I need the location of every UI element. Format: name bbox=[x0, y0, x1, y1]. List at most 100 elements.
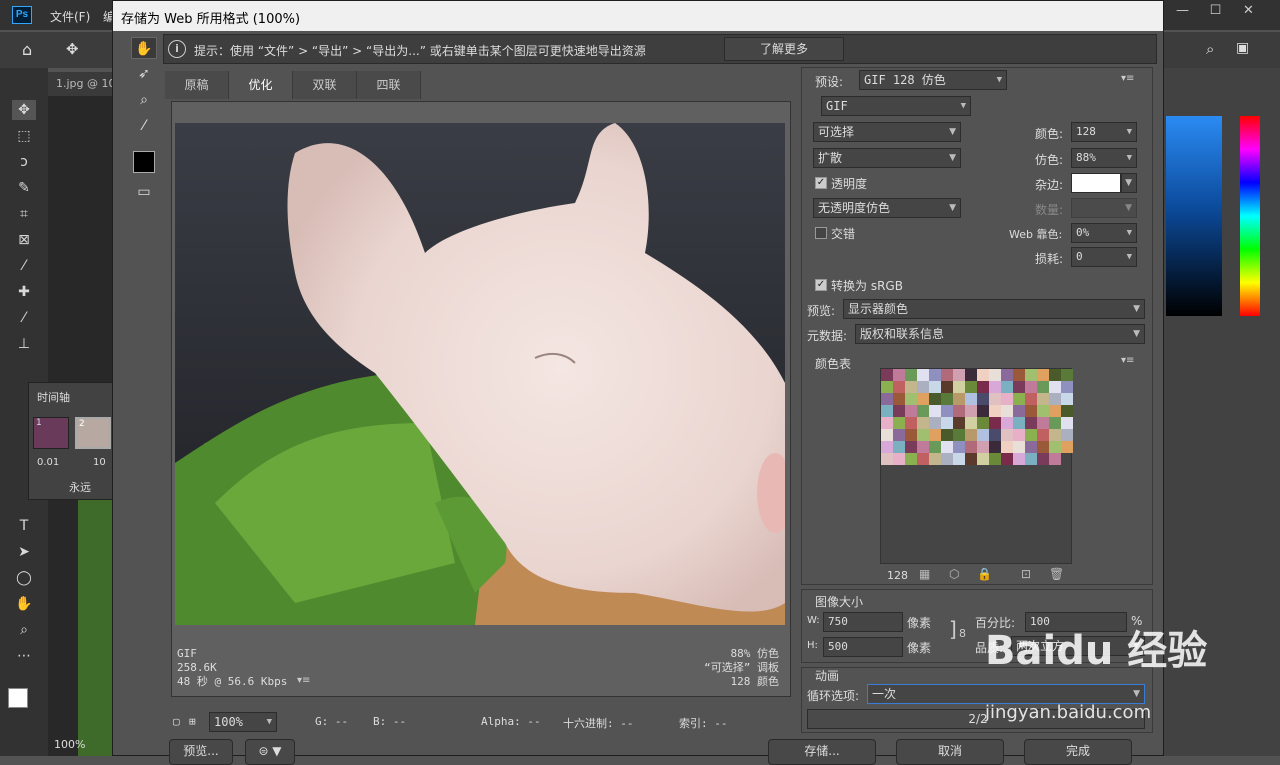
quick-select-icon[interactable]: ✎ bbox=[12, 178, 36, 198]
transparency-dither-select[interactable]: 无透明度仿色 ▼ bbox=[813, 198, 961, 218]
palette-swatch[interactable] bbox=[1049, 429, 1061, 441]
palette-swatch[interactable] bbox=[941, 453, 953, 465]
palette-swatch[interactable] bbox=[977, 453, 989, 465]
colors-select[interactable]: 128 ▼ bbox=[1071, 122, 1137, 142]
srgb-checkbox[interactable]: ✓ bbox=[815, 279, 827, 291]
palette-swatch[interactable] bbox=[905, 393, 917, 405]
palette-swatch[interactable] bbox=[989, 369, 1001, 381]
type-tool-icon[interactable]: T bbox=[12, 516, 36, 536]
palette-swatch[interactable] bbox=[1049, 453, 1061, 465]
constrain-proportions-icon[interactable]: ] bbox=[949, 617, 957, 641]
palette-swatch[interactable] bbox=[977, 417, 989, 429]
path-select-icon[interactable]: ➤ bbox=[12, 542, 36, 562]
palette-swatch[interactable] bbox=[953, 453, 965, 465]
palette-swatch[interactable] bbox=[893, 441, 905, 453]
download-speed-menu-icon[interactable]: ▾≡ bbox=[297, 675, 310, 686]
palette-swatch[interactable] bbox=[1025, 441, 1037, 453]
lossy-select[interactable]: 0 ▼ bbox=[1071, 247, 1137, 267]
matte-color[interactable] bbox=[1071, 173, 1121, 193]
palette-swatch[interactable] bbox=[941, 417, 953, 429]
palette-swatch[interactable] bbox=[1025, 393, 1037, 405]
palette-swatch[interactable] bbox=[953, 405, 965, 417]
palette-swatch[interactable] bbox=[941, 393, 953, 405]
minimize-icon[interactable]: — bbox=[1166, 0, 1199, 22]
palette-swatch[interactable] bbox=[1001, 441, 1013, 453]
palette-swatch[interactable] bbox=[1049, 393, 1061, 405]
palette-swatch[interactable] bbox=[905, 441, 917, 453]
tab-original[interactable]: 原稿 bbox=[165, 71, 229, 99]
ellipse-tool-icon[interactable]: ◯ bbox=[12, 568, 36, 588]
palette-swatch[interactable] bbox=[1037, 429, 1049, 441]
palette-swatch[interactable] bbox=[941, 429, 953, 441]
palette-swatch[interactable] bbox=[941, 405, 953, 417]
delete-color-icon[interactable]: 🗑 bbox=[1049, 567, 1064, 581]
palette-swatch[interactable] bbox=[1061, 417, 1073, 429]
palette-swatch[interactable] bbox=[953, 381, 965, 393]
palette-swatch[interactable] bbox=[1013, 405, 1025, 417]
palette-swatch[interactable] bbox=[1013, 417, 1025, 429]
palette-swatch[interactable] bbox=[881, 381, 893, 393]
preview-button[interactable]: 预览... bbox=[169, 739, 233, 765]
palette-swatch[interactable] bbox=[1001, 453, 1013, 465]
palette-swatch[interactable] bbox=[929, 453, 941, 465]
palette-swatch[interactable] bbox=[1061, 441, 1073, 453]
palette-swatch[interactable] bbox=[881, 453, 893, 465]
palette-swatch[interactable] bbox=[893, 405, 905, 417]
metadata-select[interactable]: 版权和联系信息 ▼ bbox=[855, 324, 1145, 344]
maximize-icon[interactable]: ☐ bbox=[1199, 0, 1232, 22]
zoom-tool-icon[interactable]: ⌕ bbox=[131, 89, 157, 111]
palette-swatch[interactable] bbox=[917, 393, 929, 405]
palette-swatch[interactable] bbox=[1061, 369, 1073, 381]
palette-swatch[interactable] bbox=[905, 453, 917, 465]
palette-swatch[interactable] bbox=[1025, 405, 1037, 417]
palette-swatch[interactable] bbox=[965, 417, 977, 429]
palette-swatch[interactable] bbox=[905, 429, 917, 441]
lock-color-icon[interactable]: 🔒 bbox=[977, 567, 992, 581]
palette-swatch[interactable] bbox=[929, 381, 941, 393]
palette-swatch[interactable] bbox=[989, 429, 1001, 441]
preset-select[interactable]: GIF 128 仿色 ▼ bbox=[859, 70, 1007, 90]
palette-swatch[interactable] bbox=[1013, 369, 1025, 381]
lasso-tool-icon[interactable]: ↄ bbox=[12, 152, 36, 172]
palette-swatch[interactable] bbox=[1013, 429, 1025, 441]
done-button[interactable]: 完成 bbox=[1024, 739, 1132, 765]
workspace-icon[interactable]: ▣ bbox=[1236, 40, 1249, 56]
palette-swatch[interactable] bbox=[953, 393, 965, 405]
zoom-select[interactable]: 100% ▼ bbox=[209, 712, 277, 732]
timeline-frame-2[interactable]: 2 bbox=[75, 417, 111, 449]
palette-swatch[interactable] bbox=[965, 429, 977, 441]
eyedropper-icon[interactable]: ⁄ bbox=[131, 115, 157, 137]
palette-swatch[interactable] bbox=[893, 429, 905, 441]
palette-swatch[interactable] bbox=[1001, 381, 1013, 393]
palette-swatch[interactable] bbox=[1061, 393, 1073, 405]
palette-swatch[interactable] bbox=[905, 405, 917, 417]
palette-swatch[interactable] bbox=[881, 405, 893, 417]
eyedropper-color-swatch[interactable] bbox=[133, 151, 155, 173]
frame-2-delay[interactable]: 10 bbox=[93, 457, 106, 468]
matte-dropdown[interactable]: ▼ bbox=[1121, 173, 1137, 193]
palette-swatch[interactable] bbox=[1013, 441, 1025, 453]
move-icon[interactable]: ✥ bbox=[66, 40, 79, 58]
interlaced-checkbox[interactable] bbox=[815, 227, 827, 239]
palette-swatch[interactable] bbox=[1049, 369, 1061, 381]
palette-swatch[interactable] bbox=[977, 393, 989, 405]
palette-swatch[interactable] bbox=[1013, 453, 1025, 465]
save-button[interactable]: 存储... bbox=[768, 739, 876, 765]
palette-swatch[interactable] bbox=[905, 369, 917, 381]
hand-tool-icon[interactable]: ✋ bbox=[131, 37, 157, 59]
palette-swatch[interactable] bbox=[929, 429, 941, 441]
brush-tool-icon[interactable]: ⁄ bbox=[12, 308, 36, 328]
palette-swatch[interactable] bbox=[881, 429, 893, 441]
palette-swatch[interactable] bbox=[1037, 405, 1049, 417]
palette-swatch[interactable] bbox=[965, 405, 977, 417]
web-shift-icon[interactable]: ⬡ bbox=[949, 567, 959, 581]
zoom-tool-icon[interactable]: ⌕ bbox=[12, 620, 36, 640]
palette-swatch[interactable] bbox=[1013, 381, 1025, 393]
palette-swatch[interactable] bbox=[893, 417, 905, 429]
loop-select[interactable]: 一次 ▼ bbox=[867, 684, 1145, 704]
settings-menu-icon[interactable]: ▾≡ bbox=[1121, 73, 1134, 84]
color-picker-field[interactable] bbox=[1166, 116, 1222, 316]
palette-swatch[interactable] bbox=[881, 417, 893, 429]
palette-swatch[interactable] bbox=[989, 405, 1001, 417]
palette-swatch[interactable] bbox=[917, 405, 929, 417]
